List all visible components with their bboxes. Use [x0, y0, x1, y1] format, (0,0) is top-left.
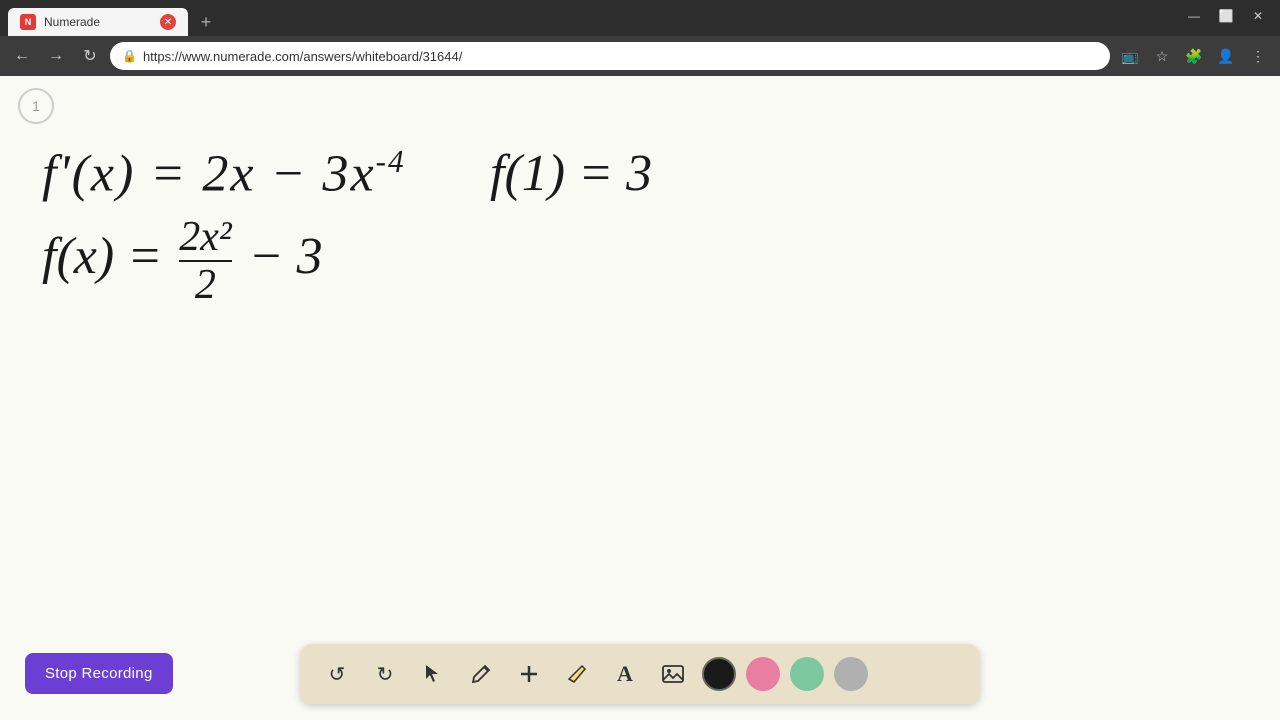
- maximize-button[interactable]: ⬜: [1212, 6, 1240, 26]
- tab-favicon: N: [20, 14, 36, 30]
- lock-icon: 🔒: [122, 49, 137, 63]
- minimize-button[interactable]: —: [1180, 6, 1208, 26]
- math-line1: f'(x) = 2x − 3x-4: [42, 144, 406, 203]
- tab-title: Numerade: [44, 15, 152, 29]
- color-gray[interactable]: [834, 657, 868, 691]
- forward-button[interactable]: →: [42, 42, 70, 70]
- new-tab-button[interactable]: +: [192, 8, 220, 36]
- back-button[interactable]: ←: [8, 42, 36, 70]
- menu-icon[interactable]: ⋮: [1244, 42, 1272, 70]
- refresh-button[interactable]: ↻: [76, 42, 104, 70]
- image-tool-button[interactable]: [654, 655, 692, 693]
- browser-tab[interactable]: N Numerade ✕: [8, 8, 188, 36]
- add-button[interactable]: [510, 655, 548, 693]
- pen-tool-button[interactable]: [462, 655, 500, 693]
- cast-icon[interactable]: 📺: [1116, 42, 1144, 70]
- drawing-toolbar: ↺ ↻ A: [300, 644, 980, 704]
- color-pink[interactable]: [746, 657, 780, 691]
- address-bar[interactable]: 🔒 https://www.numerade.com/answers/white…: [110, 42, 1110, 70]
- undo-button[interactable]: ↺: [318, 655, 356, 693]
- extensions-icon[interactable]: 🧩: [1180, 42, 1208, 70]
- stop-recording-button[interactable]: Stop Recording: [25, 653, 173, 694]
- close-window-button[interactable]: ✕: [1244, 6, 1272, 26]
- whiteboard-canvas: 1 f'(x) = 2x − 3x-4 f(1) = 3 f(x) = 2x² …: [0, 76, 1280, 720]
- text-tool-button[interactable]: A: [606, 655, 644, 693]
- tab-close-button[interactable]: ✕: [160, 14, 176, 30]
- url-text: https://www.numerade.com/answers/whitebo…: [143, 49, 1098, 64]
- math-condition: f(1) = 3: [490, 144, 652, 203]
- math-content: f'(x) = 2x − 3x-4 f(1) = 3 f(x) = 2x² 2 …: [0, 76, 1280, 640]
- color-green[interactable]: [790, 657, 824, 691]
- fraction: 2x² 2: [179, 216, 231, 306]
- math-line2: f(x) = 2x² 2 − 3: [42, 216, 323, 306]
- highlight-tool-button[interactable]: [558, 655, 596, 693]
- color-black[interactable]: [702, 657, 736, 691]
- redo-button[interactable]: ↻: [366, 655, 404, 693]
- select-tool-button[interactable]: [414, 655, 452, 693]
- bookmark-icon[interactable]: ☆: [1148, 42, 1176, 70]
- profile-icon[interactable]: 👤: [1212, 42, 1240, 70]
